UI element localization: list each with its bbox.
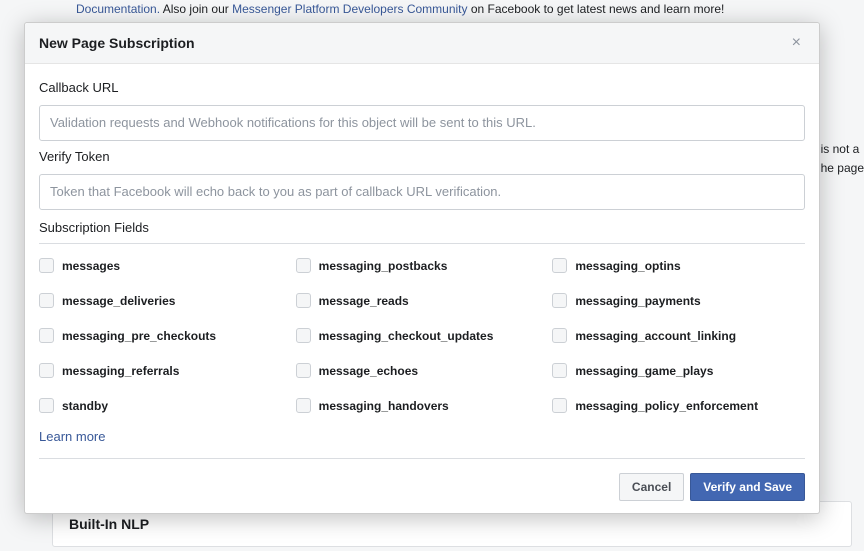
field-checkbox-messaging_account_linking[interactable]: [552, 328, 567, 343]
field-checkbox-messaging_payments[interactable]: [552, 293, 567, 308]
field-checkbox-messaging_postbacks[interactable]: [296, 258, 311, 273]
field-checkbox-messaging_optins[interactable]: [552, 258, 567, 273]
learn-more-row: Learn more: [39, 427, 805, 458]
field-checkbox-messages[interactable]: [39, 258, 54, 273]
field-checkbox-messaging_handovers[interactable]: [296, 398, 311, 413]
field-label-messaging_payments: messaging_payments: [575, 294, 700, 308]
field-messaging_referrals[interactable]: messaging_referrals: [39, 363, 292, 378]
field-messaging_policy_enforcement[interactable]: messaging_policy_enforcement: [552, 398, 805, 413]
field-label-messaging_game_plays: messaging_game_plays: [575, 364, 713, 378]
field-label-messaging_referrals: messaging_referrals: [62, 364, 179, 378]
field-checkbox-messaging_referrals[interactable]: [39, 363, 54, 378]
field-messaging_payments[interactable]: messaging_payments: [552, 293, 805, 308]
field-messaging_pre_checkouts[interactable]: messaging_pre_checkouts: [39, 328, 292, 343]
modal-footer: Cancel Verify and Save: [25, 463, 819, 513]
modal-header: New Page Subscription ×: [25, 23, 819, 64]
field-label-messaging_policy_enforcement: messaging_policy_enforcement: [575, 399, 758, 413]
field-label-messaging_account_linking: messaging_account_linking: [575, 329, 736, 343]
field-label-messaging_checkout_updates: messaging_checkout_updates: [319, 329, 494, 343]
field-label-message_echoes: message_echoes: [319, 364, 418, 378]
field-checkbox-message_echoes[interactable]: [296, 363, 311, 378]
modal-title: New Page Subscription: [39, 35, 195, 51]
subscription-fields-label: Subscription Fields: [39, 220, 805, 235]
field-checkbox-messaging_policy_enforcement[interactable]: [552, 398, 567, 413]
field-messaging_game_plays[interactable]: messaging_game_plays: [552, 363, 805, 378]
field-checkbox-message_reads[interactable]: [296, 293, 311, 308]
verify-token-input[interactable]: [39, 174, 805, 210]
field-checkbox-message_deliveries[interactable]: [39, 293, 54, 308]
learn-more-link[interactable]: Learn more: [39, 429, 105, 444]
field-label-message_deliveries: message_deliveries: [62, 294, 175, 308]
callback-url-label: Callback URL: [39, 80, 805, 95]
field-messaging_checkout_updates[interactable]: messaging_checkout_updates: [296, 328, 549, 343]
subscription-fields-grid: messages messaging_postbacks messaging_opt…: [39, 244, 805, 427]
modal-body: Callback URL Verify Token Subscription F…: [25, 64, 819, 458]
field-label-messaging_pre_checkouts: messaging_pre_checkouts: [62, 329, 216, 343]
field-messaging_account_linking[interactable]: messaging_account_linking: [552, 328, 805, 343]
field-label-messaging_postbacks: messaging_postbacks: [319, 259, 448, 273]
field-label-messages: messages: [62, 259, 120, 273]
new-page-subscription-modal: New Page Subscription × Callback URL Ver…: [24, 22, 820, 514]
field-label-messaging_handovers: messaging_handovers: [319, 399, 449, 413]
field-messaging_postbacks[interactable]: messaging_postbacks: [296, 258, 549, 273]
field-messages[interactable]: messages: [39, 258, 292, 273]
verify-token-label: Verify Token: [39, 149, 805, 164]
field-label-message_reads: message_reads: [319, 294, 409, 308]
field-messaging_optins[interactable]: messaging_optins: [552, 258, 805, 273]
field-checkbox-messaging_checkout_updates[interactable]: [296, 328, 311, 343]
footer-divider: [39, 458, 805, 459]
verify-and-save-button[interactable]: Verify and Save: [690, 473, 805, 501]
cancel-button[interactable]: Cancel: [619, 473, 684, 501]
close-icon[interactable]: ×: [788, 33, 805, 53]
field-messaging_handovers[interactable]: messaging_handovers: [296, 398, 549, 413]
modal-backdrop: New Page Subscription × Callback URL Ver…: [0, 0, 864, 551]
field-checkbox-messaging_pre_checkouts[interactable]: [39, 328, 54, 343]
field-checkbox-standby[interactable]: [39, 398, 54, 413]
field-label-messaging_optins: messaging_optins: [575, 259, 680, 273]
field-label-standby: standby: [62, 399, 108, 413]
field-message_echoes[interactable]: message_echoes: [296, 363, 549, 378]
field-checkbox-messaging_game_plays[interactable]: [552, 363, 567, 378]
field-message_reads[interactable]: message_reads: [296, 293, 549, 308]
callback-url-input[interactable]: [39, 105, 805, 141]
field-standby[interactable]: standby: [39, 398, 292, 413]
field-message_deliveries[interactable]: message_deliveries: [39, 293, 292, 308]
